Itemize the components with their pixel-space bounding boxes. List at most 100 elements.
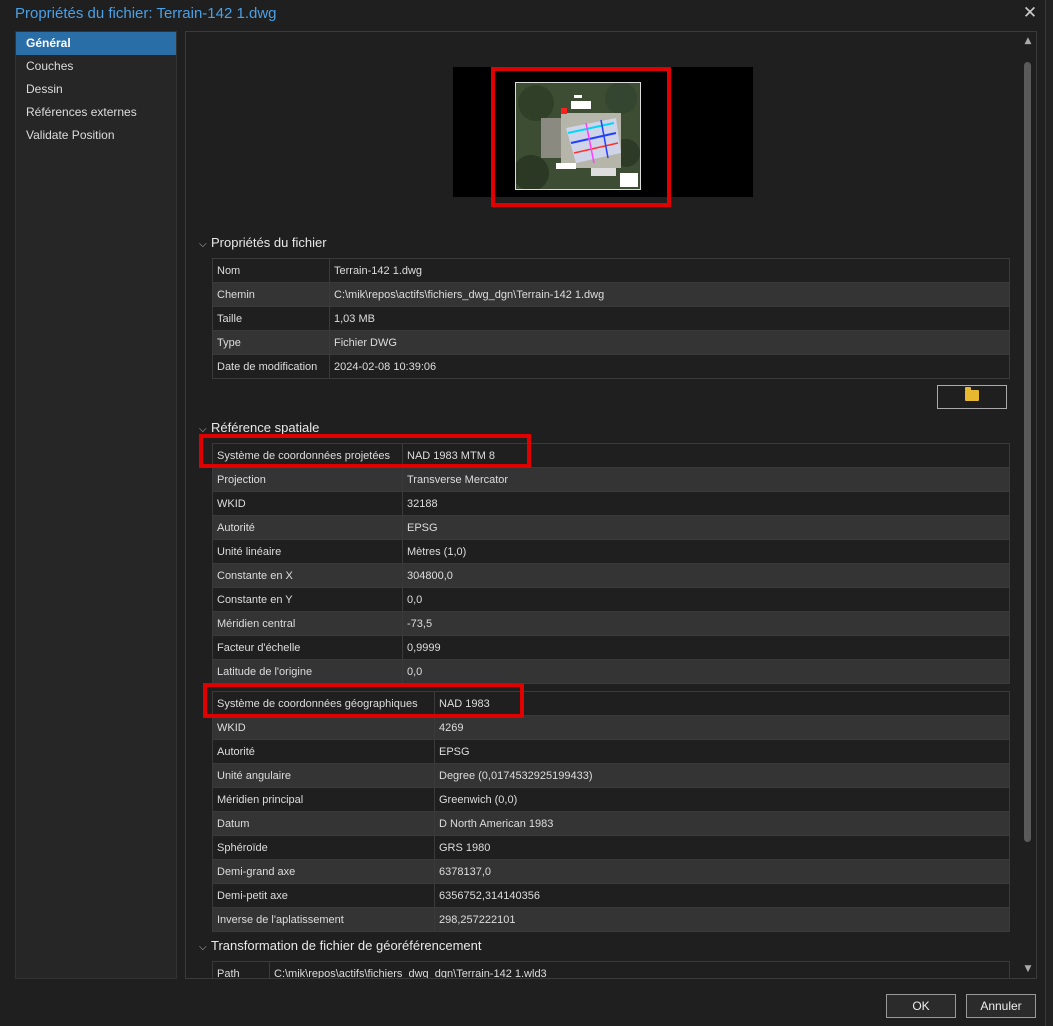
property-value: Terrain-142 1.dwg <box>329 258 1010 283</box>
background-window <box>1045 0 1053 1026</box>
property-value: Mètres (1,0) <box>402 539 1010 564</box>
close-icon[interactable]: ✕ <box>1020 3 1040 23</box>
property-value: 4269 <box>434 715 1010 740</box>
property-key: Date de modification <box>212 354 330 379</box>
property-key: Méridien principal <box>212 787 435 812</box>
property-value: -73,5 <box>402 611 1010 636</box>
property-key: Type <box>212 330 330 355</box>
chevron-down-icon: ⌵ <box>199 942 207 953</box>
table-row: Latitude de l'origine 0,0 <box>212 659 1010 684</box>
drawing-preview-image <box>515 82 641 190</box>
property-key: Sphéroïde <box>212 835 435 860</box>
property-value: 1,03 MB <box>329 306 1010 331</box>
table-row: Autorité EPSG <box>212 739 1010 764</box>
property-value: Transverse Mercator <box>402 467 1010 492</box>
property-key: Système de coordonnées géographiques <box>212 691 435 716</box>
table-row: Inverse de l'aplatissement 298,257222101 <box>212 907 1010 932</box>
table-row: WKID 32188 <box>212 491 1010 516</box>
property-key: Méridien central <box>212 611 403 636</box>
table-row: Path C:\mik\repos\actifs\fichiers_dwg_dg… <box>212 961 1010 978</box>
property-key: Unité angulaire <box>212 763 435 788</box>
property-key: WKID <box>212 491 403 516</box>
georeference-table: Path C:\mik\repos\actifs\fichiers_dwg_dg… <box>212 961 1010 978</box>
property-value: Greenwich (0,0) <box>434 787 1010 812</box>
property-value: 32188 <box>402 491 1010 516</box>
sidebar-item-external-references[interactable]: Références externes <box>16 101 176 124</box>
table-row: Facteur d'échelle 0,9999 <box>212 635 1010 660</box>
projected-coordinate-system-table: Système de coordonnées projetées NAD 198… <box>212 443 1010 684</box>
table-row: Datum D North American 1983 <box>212 811 1010 836</box>
scrollbar-thumb[interactable] <box>1024 62 1031 842</box>
sidebar-item-drawing[interactable]: Dessin <box>16 78 176 101</box>
table-row: Unité angulaire Degree (0,017453292519943… <box>212 763 1010 788</box>
table-row: Autorité EPSG <box>212 515 1010 540</box>
sidebar-item-validate-position[interactable]: Validate Position <box>16 124 176 147</box>
property-key: Projection <box>212 467 403 492</box>
table-row: Demi-petit axe 6356752,314140356 <box>212 883 1010 908</box>
table-row: Système de coordonnées géographiques NAD… <box>212 691 1010 716</box>
property-key: Unité linéaire <box>212 539 403 564</box>
table-row: Type Fichier DWG <box>212 330 1010 355</box>
property-value: 0,0 <box>402 659 1010 684</box>
file-properties-table: Nom Terrain-142 1.dwg Chemin C:\mik\repo… <box>212 258 1010 379</box>
section-spatial-reference[interactable]: ⌵ Référence spatiale <box>199 420 319 435</box>
sidebar-item-general[interactable]: Général <box>16 32 176 55</box>
folder-open-icon <box>965 387 979 401</box>
table-row: Taille 1,03 MB <box>212 306 1010 331</box>
table-row: Projection Transverse Mercator <box>212 467 1010 492</box>
property-value: 6378137,0 <box>434 859 1010 884</box>
scroll-up-icon[interactable]: ▲ <box>1022 35 1034 47</box>
scroll-down-icon[interactable]: ▼ <box>1022 963 1034 975</box>
property-value: C:\mik\repos\actifs\fichiers_dwg_dgn\Ter… <box>269 961 1010 978</box>
property-key: Path <box>212 961 270 978</box>
table-row: Unité linéaire Mètres (1,0) <box>212 539 1010 564</box>
table-row: Système de coordonnées projetées NAD 198… <box>212 443 1010 468</box>
section-title: Référence spatiale <box>211 420 320 435</box>
table-row: Constante en Y 0,0 <box>212 587 1010 612</box>
property-key: Datum <box>212 811 435 836</box>
table-row: Demi-grand axe 6378137,0 <box>212 859 1010 884</box>
property-key: Autorité <box>212 515 403 540</box>
property-value: 0,0 <box>402 587 1010 612</box>
dialog-title: Propriétés du fichier: Terrain-142 1.dwg <box>15 5 277 22</box>
property-value: Degree (0,0174532925199433) <box>434 763 1010 788</box>
table-row: Nom Terrain-142 1.dwg <box>212 258 1010 283</box>
property-value: 6356752,314140356 <box>434 883 1010 908</box>
properties-dialog: Propriétés du fichier: Terrain-142 1.dwg… <box>0 0 1046 1026</box>
table-row: Constante en X 304800,0 <box>212 563 1010 588</box>
property-key: Constante en Y <box>212 587 403 612</box>
table-row: Sphéroïde GRS 1980 <box>212 835 1010 860</box>
property-key: Demi-grand axe <box>212 859 435 884</box>
section-title: Transformation de fichier de géoréférenc… <box>211 938 482 953</box>
property-value: NAD 1983 <box>434 691 1010 716</box>
property-value: NAD 1983 MTM 8 <box>402 443 1010 468</box>
property-key: Constante en X <box>212 563 403 588</box>
geographic-coordinate-system-table: Système de coordonnées géographiques NAD… <box>212 691 1010 932</box>
property-key: Taille <box>212 306 330 331</box>
property-key: Inverse de l'aplatissement <box>212 907 435 932</box>
chevron-down-icon: ⌵ <box>199 424 207 435</box>
section-georeference-transformation[interactable]: ⌵ Transformation de fichier de géoréféren… <box>199 938 482 953</box>
cancel-button[interactable]: Annuler <box>966 994 1036 1018</box>
property-key: Latitude de l'origine <box>212 659 403 684</box>
ok-button[interactable]: OK <box>886 994 956 1018</box>
sidebar-item-layers[interactable]: Couches <box>16 55 176 78</box>
property-key: WKID <box>212 715 435 740</box>
property-value: D North American 1983 <box>434 811 1010 836</box>
property-value: 2024-02-08 10:39:06 <box>329 354 1010 379</box>
table-row: Méridien principal Greenwich (0,0) <box>212 787 1010 812</box>
section-title: Propriétés du fichier <box>211 235 327 250</box>
browse-folder-button[interactable] <box>937 385 1007 409</box>
property-value: 298,257222101 <box>434 907 1010 932</box>
chevron-down-icon: ⌵ <box>199 239 207 250</box>
content-panel: ⌵ Propriétés du fichier Nom Terrain-142 1… <box>185 31 1037 979</box>
property-value: EPSG <box>402 515 1010 540</box>
property-value: C:\mik\repos\actifs\fichiers_dwg_dgn\Ter… <box>329 282 1010 307</box>
table-row: Méridien central -73,5 <box>212 611 1010 636</box>
property-key: Facteur d'échelle <box>212 635 403 660</box>
property-key: Système de coordonnées projetées <box>212 443 403 468</box>
property-key: Chemin <box>212 282 330 307</box>
table-row: WKID 4269 <box>212 715 1010 740</box>
property-value: EPSG <box>434 739 1010 764</box>
section-file-properties[interactable]: ⌵ Propriétés du fichier <box>199 235 327 250</box>
